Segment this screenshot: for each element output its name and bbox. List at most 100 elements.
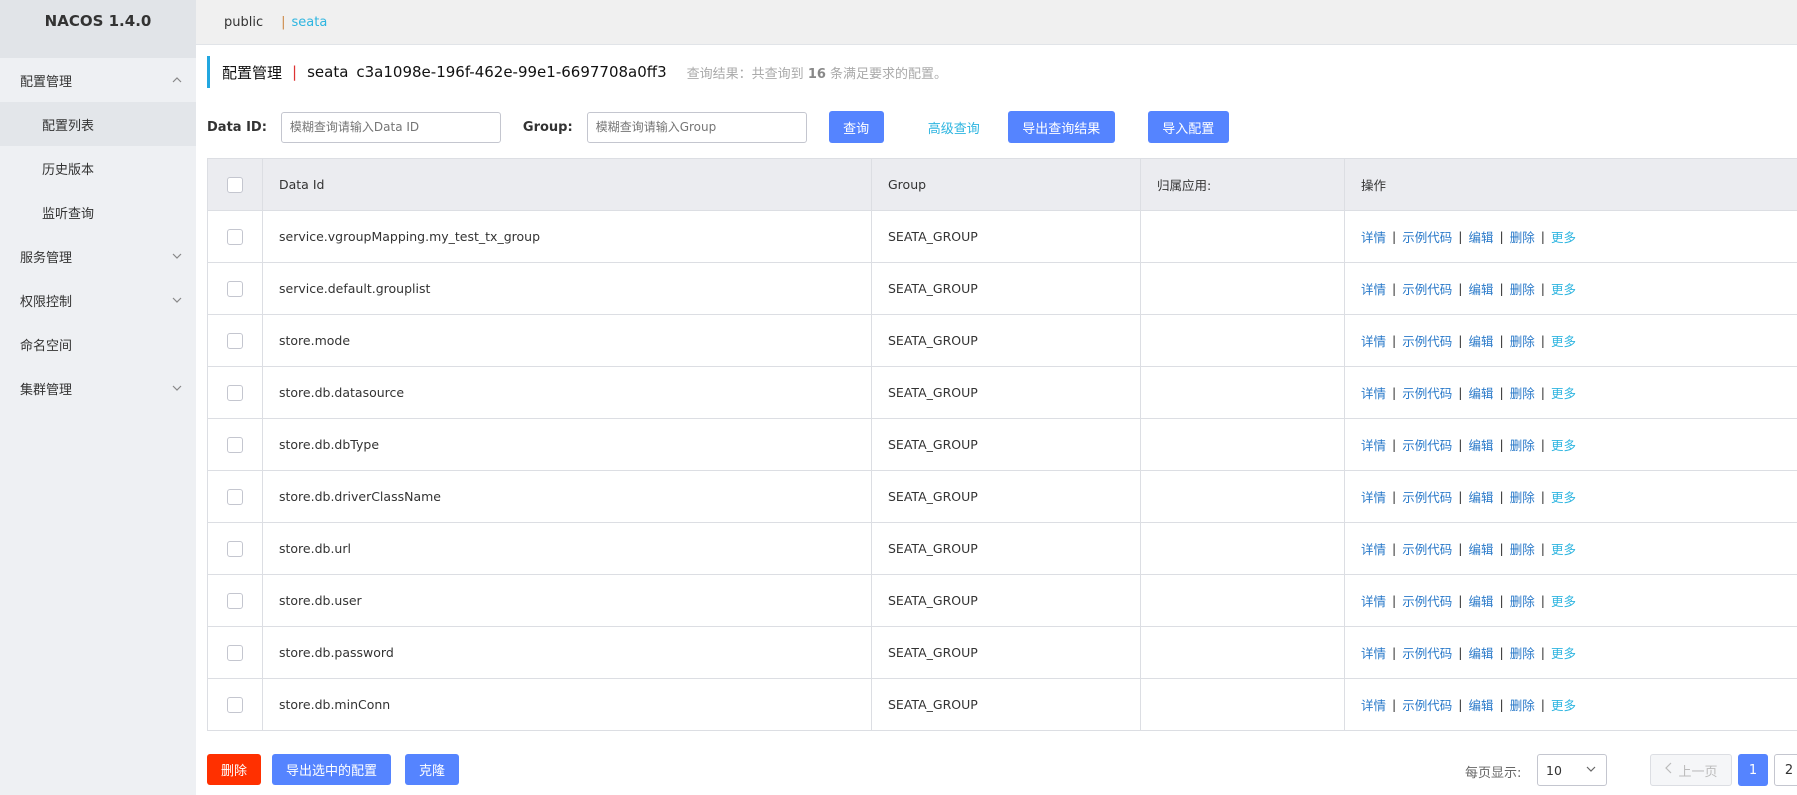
page-size-label: 每页显示: <box>1465 766 1522 781</box>
prev-page-button[interactable]: 上一页 <box>1650 754 1732 786</box>
row-checkbox[interactable] <box>227 332 243 349</box>
sample-code-link[interactable]: 示例代码 <box>1402 487 1452 506</box>
op-separator: | <box>1499 489 1504 504</box>
page-size-select[interactable]: 10 <box>1537 754 1607 786</box>
sample-code-link[interactable]: 示例代码 <box>1402 435 1452 454</box>
detail-link[interactable]: 详情 <box>1361 435 1386 454</box>
sidebar-group-config[interactable]: 配置管理 <box>0 58 196 102</box>
detail-link[interactable]: 详情 <box>1361 591 1386 610</box>
page-size-value: 10 <box>1546 762 1562 778</box>
op-separator: | <box>1392 281 1397 296</box>
more-link[interactable]: 更多 <box>1551 591 1576 610</box>
data-id-input[interactable] <box>280 111 501 143</box>
detail-link[interactable]: 详情 <box>1361 487 1386 506</box>
namespace-public[interactable]: public <box>224 15 263 30</box>
detail-link[interactable]: 详情 <box>1361 331 1386 350</box>
edit-link[interactable]: 编辑 <box>1468 383 1493 402</box>
sample-code-link[interactable]: 示例代码 <box>1402 539 1452 558</box>
edit-link[interactable]: 编辑 <box>1468 331 1493 350</box>
op-separator: | <box>1499 593 1504 608</box>
op-separator: | <box>1540 229 1545 244</box>
delete-link[interactable]: 删除 <box>1510 227 1535 246</box>
export-query-button[interactable]: 导出查询结果 <box>1007 111 1115 143</box>
namespace-seata[interactable]: seata <box>292 15 328 30</box>
sample-code-link[interactable]: 示例代码 <box>1402 695 1452 714</box>
edit-link[interactable]: 编辑 <box>1468 591 1493 610</box>
sample-code-link[interactable]: 示例代码 <box>1402 643 1452 662</box>
row-checkbox[interactable] <box>227 696 243 713</box>
row-checkbox[interactable] <box>227 644 243 661</box>
detail-link[interactable]: 详情 <box>1361 695 1386 714</box>
edit-link[interactable]: 编辑 <box>1468 539 1493 558</box>
row-checkbox[interactable] <box>227 592 243 609</box>
edit-link[interactable]: 编辑 <box>1468 279 1493 298</box>
select-all-checkbox[interactable] <box>227 176 243 193</box>
detail-link[interactable]: 详情 <box>1361 539 1386 558</box>
detail-link[interactable]: 详情 <box>1361 643 1386 662</box>
more-link[interactable]: 更多 <box>1551 487 1576 506</box>
sidebar-group-cluster[interactable]: 集群管理 <box>0 366 196 410</box>
sample-code-link[interactable]: 示例代码 <box>1402 227 1452 246</box>
cell-group: SEATA_GROUP <box>872 679 1141 730</box>
delete-link[interactable]: 删除 <box>1510 435 1535 454</box>
more-link[interactable]: 更多 <box>1551 383 1576 402</box>
table-header: Data Id Group 归属应用: 操作 <box>208 159 1797 211</box>
sidebar-item-config-list[interactable]: 配置列表 <box>0 102 196 146</box>
sample-code-link[interactable]: 示例代码 <box>1402 279 1452 298</box>
delete-link[interactable]: 删除 <box>1510 591 1535 610</box>
op-separator: | <box>1392 333 1397 348</box>
detail-link[interactable]: 详情 <box>1361 279 1386 298</box>
export-selected-button[interactable]: 导出选中的配置 <box>272 754 392 785</box>
delete-link[interactable]: 删除 <box>1510 695 1535 714</box>
cell-ops: 详情 | 示例代码 | 编辑 | 删除 | 更多 <box>1345 575 1797 626</box>
more-link[interactable]: 更多 <box>1551 331 1576 350</box>
row-checkbox[interactable] <box>227 436 243 453</box>
query-button[interactable]: 查询 <box>828 111 884 143</box>
edit-link[interactable]: 编辑 <box>1468 227 1493 246</box>
sidebar-item-history[interactable]: 历史版本 <box>0 146 196 190</box>
import-config-button[interactable]: 导入配置 <box>1147 111 1229 143</box>
row-checkbox[interactable] <box>227 280 243 297</box>
more-link[interactable]: 更多 <box>1551 695 1576 714</box>
clone-button[interactable]: 克隆 <box>405 754 460 785</box>
op-separator: | <box>1540 437 1545 452</box>
more-link[interactable]: 更多 <box>1551 279 1576 298</box>
edit-link[interactable]: 编辑 <box>1468 695 1493 714</box>
delete-link[interactable]: 删除 <box>1510 539 1535 558</box>
edit-link[interactable]: 编辑 <box>1468 487 1493 506</box>
row-checkbox[interactable] <box>227 488 243 505</box>
page-1-button[interactable]: 1 <box>1738 754 1768 786</box>
table-row: store.db.minConn SEATA_GROUP 详情 | 示例代码 | 编辑 | 删除… <box>208 679 1797 731</box>
more-link[interactable]: 更多 <box>1551 643 1576 662</box>
delete-button[interactable]: 删除 <box>207 754 262 785</box>
delete-link[interactable]: 删除 <box>1510 331 1535 350</box>
delete-link[interactable]: 删除 <box>1510 643 1535 662</box>
sidebar-item-listener[interactable]: 监听查询 <box>0 190 196 234</box>
more-link[interactable]: 更多 <box>1551 227 1576 246</box>
sidebar-group-namespace[interactable]: 命名空间 <box>0 322 196 366</box>
more-link[interactable]: 更多 <box>1551 539 1576 558</box>
page-2-button[interactable]: 2 <box>1774 754 1797 786</box>
edit-link[interactable]: 编辑 <box>1468 643 1493 662</box>
detail-link[interactable]: 详情 <box>1361 383 1386 402</box>
delete-link[interactable]: 删除 <box>1510 383 1535 402</box>
op-separator: | <box>1499 645 1504 660</box>
sample-code-link[interactable]: 示例代码 <box>1402 383 1452 402</box>
delete-link[interactable]: 删除 <box>1510 279 1535 298</box>
group-input[interactable] <box>586 111 807 143</box>
cell-ops: 详情 | 示例代码 | 编辑 | 删除 | 更多 <box>1345 627 1797 678</box>
edit-link[interactable]: 编辑 <box>1468 435 1493 454</box>
delete-link[interactable]: 删除 <box>1510 487 1535 506</box>
sample-code-link[interactable]: 示例代码 <box>1402 591 1452 610</box>
sample-code-link[interactable]: 示例代码 <box>1402 331 1452 350</box>
row-checkbox[interactable] <box>227 540 243 557</box>
row-checkbox[interactable] <box>227 228 243 245</box>
cell-app <box>1141 263 1345 314</box>
sidebar-group-auth[interactable]: 权限控制 <box>0 278 196 322</box>
sidebar-group-service[interactable]: 服务管理 <box>0 234 196 278</box>
advanced-query-link[interactable]: 高级查询 <box>928 118 980 137</box>
detail-link[interactable]: 详情 <box>1361 227 1386 246</box>
op-separator: | <box>1458 697 1463 712</box>
row-checkbox[interactable] <box>227 384 243 401</box>
more-link[interactable]: 更多 <box>1551 435 1576 454</box>
